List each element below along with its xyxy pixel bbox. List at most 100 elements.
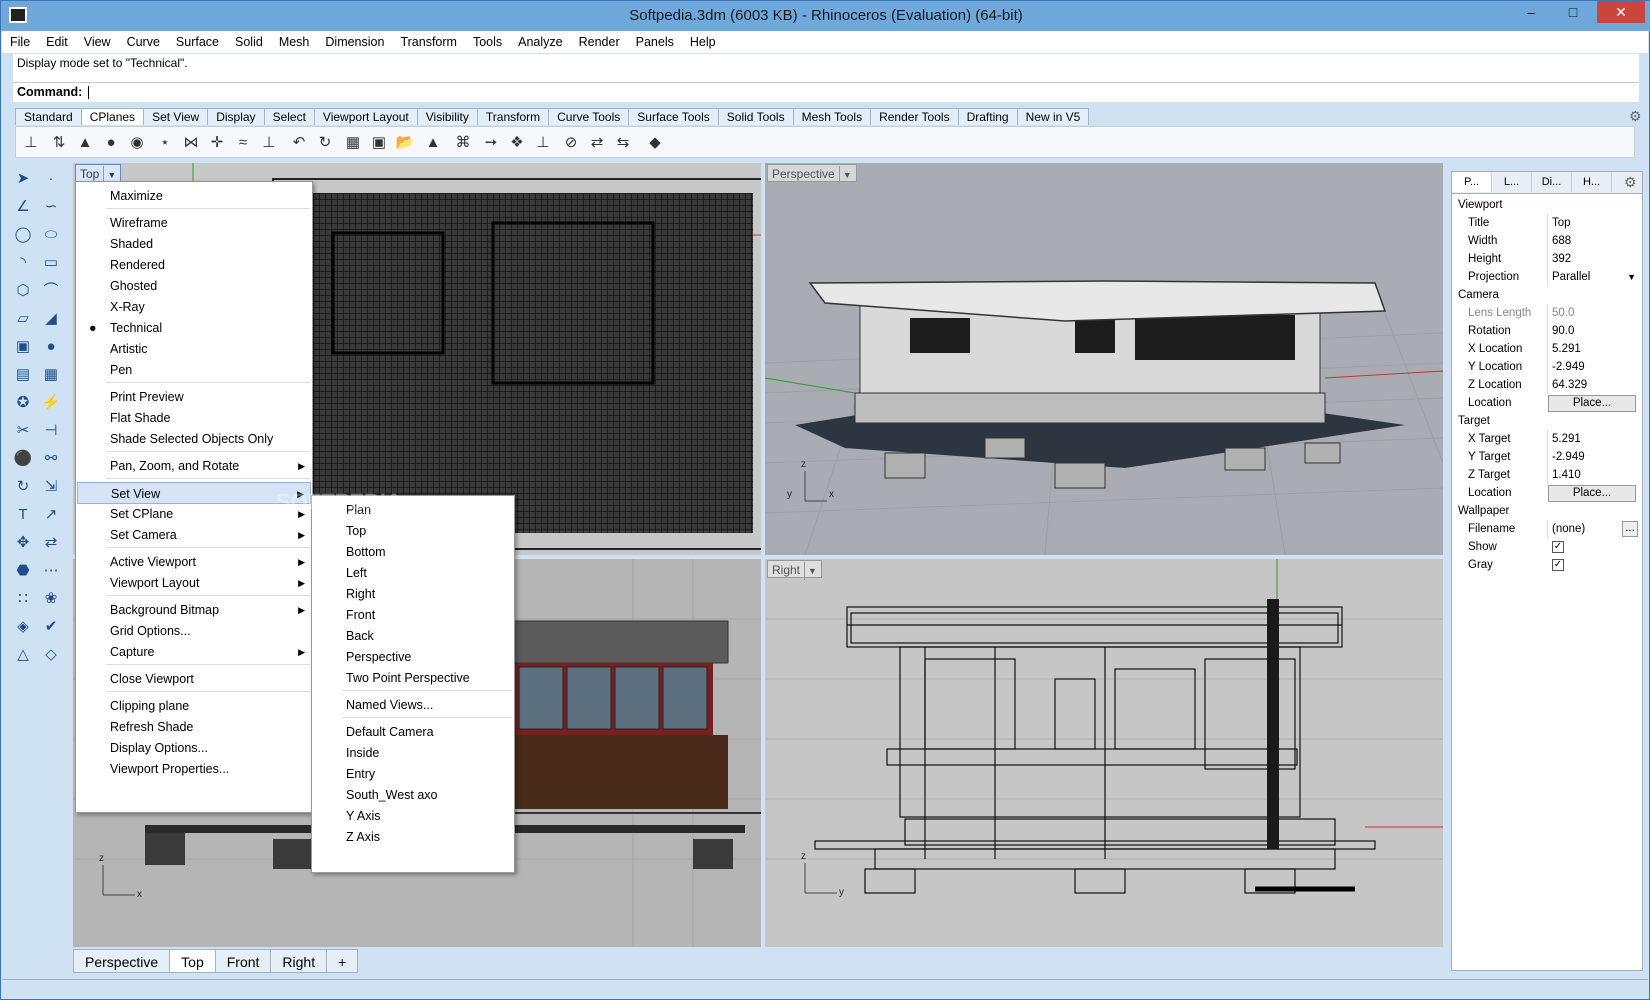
- circle-icon[interactable]: ◯: [11, 223, 35, 247]
- menu-item-close-viewport[interactable]: Close Viewport: [77, 668, 311, 690]
- point-icon[interactable]: ·: [39, 167, 63, 191]
- prop-value[interactable]: 1.410: [1547, 466, 1637, 485]
- surface-icon[interactable]: ▱: [11, 307, 35, 331]
- add-viewport-tab[interactable]: +: [326, 949, 359, 973]
- save-cplane-icon[interactable]: ▣: [368, 132, 390, 154]
- menu-item-pen[interactable]: Pen: [77, 359, 311, 381]
- menu-surface[interactable]: Surface: [168, 31, 227, 53]
- menu-item-shade-selected-objects-only[interactable]: Shade Selected Objects Only: [77, 428, 311, 450]
- loft-icon[interactable]: ◢: [39, 307, 63, 331]
- cplane-3point-icon[interactable]: ⋆: [154, 132, 176, 154]
- select-arrow-icon[interactable]: ➤: [11, 167, 35, 191]
- menu-item-print-preview[interactable]: Print Preview: [77, 386, 311, 408]
- explode-icon[interactable]: ⚡: [39, 391, 63, 415]
- menu-analyze[interactable]: Analyze: [510, 31, 570, 53]
- menu-item-bottom[interactable]: Bottom: [313, 541, 513, 563]
- browse-button[interactable]: ...: [1622, 521, 1638, 537]
- polyline-icon[interactable]: ∠: [11, 195, 35, 219]
- check-icon[interactable]: ✔: [39, 615, 63, 639]
- viewport-top-label[interactable]: Top ▼: [75, 164, 122, 184]
- cylinder-icon[interactable]: ▤: [11, 363, 35, 387]
- tab-cplanes[interactable]: CPlanes: [80, 108, 145, 125]
- menu-item-inside[interactable]: Inside: [313, 742, 513, 764]
- transform-icon[interactable]: ✥: [11, 531, 35, 555]
- tab-transform[interactable]: Transform: [476, 108, 550, 125]
- grid-icon[interactable]: ▦: [342, 132, 364, 154]
- viewport-tab-right[interactable]: Right: [270, 949, 328, 973]
- viewport-tab-perspective[interactable]: Perspective: [73, 949, 171, 973]
- menu-tools[interactable]: Tools: [465, 31, 510, 53]
- menu-dimension[interactable]: Dimension: [317, 31, 392, 53]
- menu-item-x-ray[interactable]: X-Ray: [77, 296, 311, 318]
- curve-icon[interactable]: ∽: [39, 195, 63, 219]
- menu-curve[interactable]: Curve: [119, 31, 168, 53]
- tab-set-view[interactable]: Set View: [143, 108, 209, 125]
- menu-item-artistic[interactable]: Artistic: [77, 338, 311, 360]
- menu-item-flat-shade[interactable]: Flat Shade: [77, 407, 311, 429]
- menu-item-two-point-perspective[interactable]: Two Point Perspective: [313, 667, 513, 689]
- menu-item-background-bitmap[interactable]: Background Bitmap ▶: [77, 599, 311, 621]
- cplane-view-icon[interactable]: ⊥: [258, 132, 280, 154]
- analyze-icon[interactable]: △: [11, 643, 35, 667]
- menu-item-grid-options[interactable]: Grid Options...: [77, 620, 311, 642]
- menu-item-right[interactable]: Right: [313, 583, 513, 605]
- cplane-curve-icon[interactable]: ≈: [232, 132, 254, 154]
- menu-item-named-views[interactable]: Named Views...: [313, 694, 513, 716]
- tab-render-tools[interactable]: Render Tools: [870, 108, 959, 125]
- material-icon[interactable]: ◇: [39, 643, 63, 667]
- prop-value[interactable]: 64.329: [1547, 376, 1637, 395]
- chevron-down-icon[interactable]: ▼: [1627, 268, 1636, 287]
- command-line[interactable]: Command:: [13, 82, 1639, 102]
- gear-icon[interactable]: ⚙: [1629, 108, 1642, 125]
- cplane-object-icon[interactable]: ●: [100, 132, 122, 154]
- tab-surface-tools[interactable]: Surface Tools: [628, 108, 719, 125]
- dimension-icon[interactable]: ↗: [39, 503, 63, 527]
- cplane-axis-icon[interactable]: ➙: [480, 132, 502, 154]
- prop-value[interactable]: 688: [1547, 232, 1637, 251]
- rhino-app-icon[interactable]: [9, 7, 27, 23]
- ellipse-icon[interactable]: ⬭: [39, 223, 63, 247]
- cplane-origin-icon[interactable]: ⇅: [48, 132, 70, 154]
- prop-value[interactable]: -2.949: [1547, 358, 1637, 377]
- render-icon[interactable]: ◈: [11, 615, 35, 639]
- menu-item-z-axis[interactable]: Z Axis: [313, 826, 513, 848]
- rotate-icon[interactable]: ↻: [11, 475, 35, 499]
- menu-item-refresh-shade[interactable]: Refresh Shade: [77, 716, 311, 738]
- menu-solid[interactable]: Solid: [227, 31, 271, 53]
- menu-transform[interactable]: Transform: [392, 31, 465, 53]
- viewport-right[interactable]: z y Right ▼: [765, 559, 1443, 947]
- tab-display[interactable]: Display: [207, 108, 265, 125]
- prop-value[interactable]: -2.949: [1547, 448, 1637, 467]
- menu-item-y-axis[interactable]: Y Axis: [313, 805, 513, 827]
- tab-viewport-layout[interactable]: Viewport Layout: [313, 108, 418, 125]
- prop-value[interactable]: Top: [1547, 214, 1637, 233]
- place-button[interactable]: Place...: [1548, 485, 1636, 502]
- cplane-undo-icon[interactable]: ↶: [288, 132, 310, 154]
- menu-item-pan-zoom-and-rotate[interactable]: Pan, Zoom, and Rotate ▶: [77, 455, 311, 477]
- menu-item-clipping-plane[interactable]: Clipping plane: [77, 695, 311, 717]
- display-tab[interactable]: Di...: [1532, 172, 1572, 192]
- trim-icon[interactable]: ✂: [11, 419, 35, 443]
- box-icon[interactable]: ▣: [11, 335, 35, 359]
- menu-item-shaded[interactable]: Shaded: [77, 233, 311, 255]
- polygon-icon[interactable]: ⬡: [11, 279, 35, 303]
- cplane-move-icon[interactable]: ❖: [506, 132, 528, 154]
- cplane-elevation-icon[interactable]: ▲: [74, 132, 96, 154]
- rectangle-icon[interactable]: ▭: [39, 251, 63, 275]
- cplane-next-icon[interactable]: ⇆: [612, 132, 634, 154]
- menu-item-viewport-layout[interactable]: Viewport Layout ▶: [77, 572, 311, 594]
- array-icon[interactable]: ∷: [11, 587, 35, 611]
- prop-value[interactable]: 50.0: [1547, 304, 1637, 323]
- cplane-xaxis-icon[interactable]: ⋈: [180, 132, 202, 154]
- prop-value[interactable]: 392: [1547, 250, 1637, 269]
- array-polar-icon[interactable]: ❀: [39, 587, 63, 611]
- cplane-world-top-icon[interactable]: ⊥: [20, 132, 42, 154]
- menu-item-technical[interactable]: ● Technical: [77, 317, 311, 339]
- tab-mesh-tools[interactable]: Mesh Tools: [792, 108, 872, 125]
- open-folder-icon[interactable]: 📂: [394, 132, 416, 154]
- scale-icon[interactable]: ⇲: [39, 475, 63, 499]
- menu-item-perspective[interactable]: Perspective: [313, 646, 513, 668]
- maximize-icon[interactable]: □: [1553, 1, 1593, 23]
- cplane-rotate-icon[interactable]: ↻: [314, 132, 336, 154]
- menu-item-entry[interactable]: Entry: [313, 763, 513, 785]
